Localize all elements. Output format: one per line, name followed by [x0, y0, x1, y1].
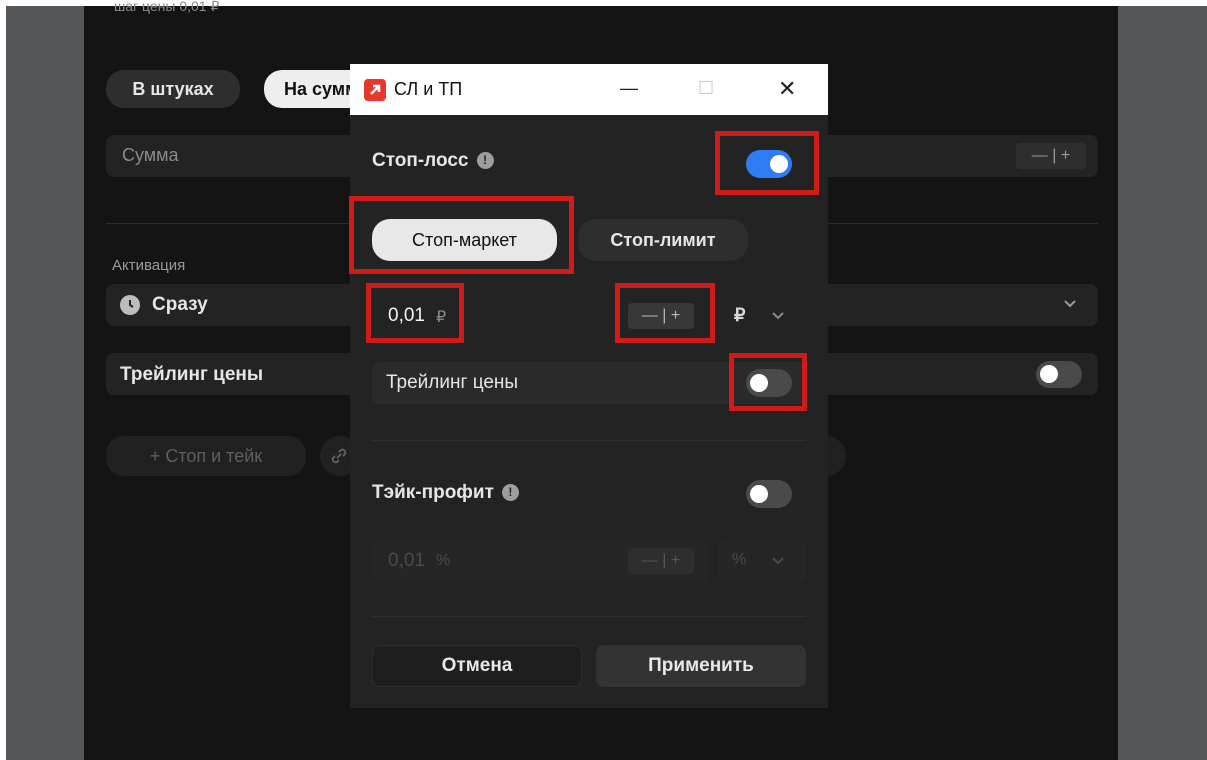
- take-profit-unit: %: [436, 552, 451, 569]
- left-gray-margin: [6, 6, 84, 760]
- dialog-titlebar: СЛ и ТП — ☐ ✕: [350, 64, 828, 115]
- take-profit-unit-value: %: [732, 551, 747, 568]
- tab-in-pieces[interactable]: В штуках: [106, 70, 240, 108]
- trailing-label: Трейлинг цены: [120, 364, 264, 385]
- stop-loss-label: Стоп-лосс: [372, 150, 469, 171]
- apply-button[interactable]: Применить: [596, 645, 806, 687]
- cancel-button[interactable]: Отмена: [372, 645, 582, 687]
- highlight-stop-loss-toggle: [715, 131, 819, 195]
- trailing-toggle[interactable]: [1036, 361, 1082, 388]
- right-gray-margin: [1118, 6, 1207, 760]
- take-profit-stepper[interactable]: — | +: [628, 548, 694, 574]
- divider: [372, 440, 806, 441]
- activation-value: Сразу: [152, 294, 208, 315]
- minimize-button[interactable]: —: [620, 78, 638, 99]
- tab-stop-limit[interactable]: Стоп-лимит: [578, 219, 748, 261]
- currency-value: ₽: [734, 305, 746, 325]
- chevron-down-icon: [772, 312, 784, 320]
- price-step-text: шаг цены 0,01 ₽: [114, 0, 220, 14]
- amount-stepper[interactable]: — | +: [1016, 143, 1086, 169]
- divider: [372, 616, 806, 617]
- clock-icon: [120, 295, 140, 315]
- highlight-price-stepper: [615, 283, 715, 343]
- stop-loss-heading: Стоп-лосс!: [372, 150, 494, 172]
- add-stop-take-button[interactable]: + Стоп и тейк: [106, 436, 306, 476]
- info-icon[interactable]: !: [501, 484, 519, 501]
- take-profit-field[interactable]: 0,01 % — | +: [372, 540, 708, 582]
- close-button[interactable]: ✕: [778, 76, 796, 102]
- link-icon: [331, 448, 347, 464]
- dialog-title: СЛ и ТП: [394, 79, 463, 99]
- take-profit-value: 0,01: [388, 550, 425, 571]
- activation-label: Активация: [112, 257, 186, 274]
- highlight-price-value: [366, 283, 464, 343]
- take-profit-label: Тэйк-профит: [372, 482, 494, 503]
- chevron-down-icon: [772, 557, 784, 565]
- highlight-stop-market-tab: [349, 196, 574, 274]
- currency-select[interactable]: ₽: [718, 295, 806, 337]
- arrow-up-right-icon: [364, 79, 386, 101]
- take-profit-unit-select[interactable]: %: [718, 540, 806, 582]
- info-icon[interactable]: !: [476, 152, 494, 169]
- amount-placeholder: Сумма: [122, 145, 179, 165]
- highlight-trailing-toggle: [729, 353, 807, 411]
- chevron-down-icon: [1064, 300, 1076, 308]
- take-profit-heading: Тэйк-профит!: [372, 482, 519, 504]
- maximize-button[interactable]: ☐: [698, 78, 714, 99]
- stop-trailing-label: Трейлинг цены: [386, 372, 519, 393]
- take-profit-toggle[interactable]: [746, 480, 792, 508]
